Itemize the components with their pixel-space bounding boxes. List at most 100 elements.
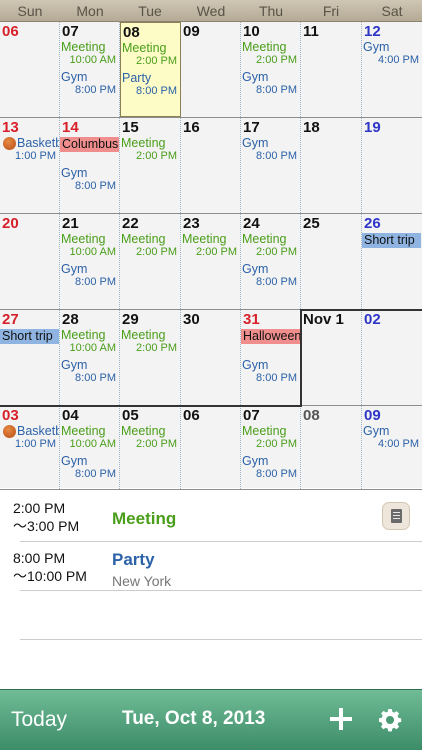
current-date-label: Tue, Oct 8, 2013	[122, 708, 266, 729]
event-row-party[interactable]: 8:00 PM 〜10:00 PM Party New York	[0, 542, 422, 592]
day-cell[interactable]: 27 Short trip	[0, 310, 60, 405]
event-title[interactable]: Meeting	[182, 232, 240, 246]
event-bar[interactable]: Short trip	[362, 233, 421, 248]
day-number: 19	[364, 119, 381, 136]
day-cell[interactable]: 24 Meeting 2:00 PM Gym 8:00 PM	[241, 214, 301, 309]
event-title[interactable]: Gym	[61, 454, 119, 468]
event-title[interactable]: Gym	[363, 424, 421, 438]
day-cell[interactable]: 10 Meeting 2:00 PM Gym 8:00 PM	[241, 22, 301, 117]
day-cell[interactable]: 09	[181, 22, 241, 117]
day-cell[interactable]: 06	[0, 22, 60, 117]
month-boundary	[300, 309, 302, 406]
event-title[interactable]: Meeting	[242, 232, 300, 246]
event-title[interactable]: Meeting	[242, 40, 300, 54]
weekday-fri: Fri	[322, 3, 340, 19]
plus-icon[interactable]	[330, 703, 352, 733]
event-title[interactable]: Basketball	[17, 136, 59, 150]
event-title[interactable]: Meeting	[121, 328, 180, 342]
day-cell[interactable]: 02	[362, 310, 422, 405]
day-cell[interactable]: 30	[181, 310, 241, 405]
day-cell[interactable]: 29 Meeting 2:00 PM	[120, 310, 181, 405]
day-cell[interactable]: 04 Meeting 10:00 AM Gym 8:00 PM	[60, 406, 120, 501]
event-title[interactable]: Gym	[363, 40, 421, 54]
event-time: 10:00 AM	[69, 54, 116, 66]
day-cell[interactable]: 31 Halloween Gym 8:00 PM	[241, 310, 301, 405]
event-title[interactable]: Meeting	[121, 232, 180, 246]
event-time: 2:00 PM	[256, 246, 297, 258]
event-title[interactable]: Meeting	[61, 328, 119, 342]
bottom-toolbar: Today Tue, Oct 8, 2013	[0, 689, 422, 750]
event-time: 8:00 PM	[256, 84, 297, 96]
day-cell[interactable]: 14 Columbus Gym 8:00 PM	[60, 118, 120, 213]
event-time: 2:00 PM	[136, 246, 177, 258]
event-title[interactable]: Gym	[61, 70, 119, 84]
event-title[interactable]: Meeting	[122, 41, 181, 55]
day-cell[interactable]: 18	[301, 118, 362, 213]
event-title[interactable]: Gym	[242, 454, 300, 468]
event-end-time: 〜10:00 PM	[13, 568, 87, 584]
day-cell[interactable]: 03Basketball1:00 PM	[0, 406, 60, 501]
gear-icon[interactable]	[378, 708, 402, 732]
event-title[interactable]: Gym	[61, 358, 119, 372]
day-number: 11	[303, 23, 319, 40]
day-number: 03	[2, 407, 19, 424]
event-time: 8:00 PM	[75, 372, 116, 384]
day-cell[interactable]: 08	[301, 406, 362, 501]
day-cell[interactable]: 07 Meeting 10:00 AM Gym 8:00 PM	[60, 22, 120, 117]
event-time: 2:00 PM	[256, 54, 297, 66]
event-title[interactable]: Meeting	[61, 232, 119, 246]
day-cell[interactable]: 06	[181, 406, 241, 501]
day-cell[interactable]: 25	[301, 214, 362, 309]
event-bar[interactable]: Short trip	[0, 329, 59, 344]
event-time: 2:00 PM	[136, 55, 177, 67]
day-cell[interactable]: 21 Meeting 10:00 AM Gym 8:00 PM	[60, 214, 120, 309]
event-title[interactable]: Gym	[242, 262, 300, 276]
day-cell[interactable]: 13Basketball1:00 PM	[0, 118, 60, 213]
day-cell[interactable]: Nov 1	[301, 310, 362, 405]
day-cell[interactable]: 07 Meeting 2:00 PM Gym 8:00 PM	[241, 406, 301, 501]
event-row-meeting[interactable]: 2:00 PM 〜3:00 PM Meeting	[0, 490, 422, 540]
event-title[interactable]: Meeting	[61, 424, 119, 438]
day-cell[interactable]: 17 Gym 8:00 PM	[241, 118, 301, 213]
event-title[interactable]: Gym	[242, 358, 300, 372]
day-number: 18	[303, 119, 320, 136]
day-cell[interactable]: 22 Meeting 2:00 PM	[120, 214, 181, 309]
day-cell[interactable]: 28 Meeting 10:00 AM Gym 8:00 PM	[60, 310, 120, 405]
today-button[interactable]: Today	[11, 708, 67, 732]
day-cell[interactable]: 11	[301, 22, 362, 117]
day-cell[interactable]: 20	[0, 214, 60, 309]
event-title[interactable]: Gym	[242, 70, 300, 84]
event-time: 8:00 PM	[75, 84, 116, 96]
day-cell[interactable]: 08 Meeting 2:00 PM Party 8:00 PM	[120, 22, 181, 117]
event-title[interactable]: Gym	[61, 166, 119, 180]
event-bar[interactable]: Columbus	[60, 137, 119, 152]
event-title[interactable]: Gym	[242, 136, 300, 150]
event-title[interactable]: Meeting	[121, 424, 180, 438]
day-cell[interactable]: 12 Gym 4:00 PM	[362, 22, 422, 117]
day-number: 25	[303, 215, 320, 232]
day-cell[interactable]: 16	[181, 118, 241, 213]
day-number: 04	[62, 407, 79, 424]
event-title[interactable]: Gym	[61, 262, 119, 276]
day-number: 27	[2, 311, 19, 328]
event-time: 4:00 PM	[378, 54, 419, 66]
event-bar[interactable]: Halloween	[241, 329, 300, 344]
day-cell[interactable]: 09 Gym 4:00 PM	[362, 406, 422, 501]
list-divider	[20, 639, 422, 640]
note-icon[interactable]	[382, 502, 410, 530]
event-title: Party	[112, 550, 155, 569]
event-title[interactable]: Meeting	[242, 424, 300, 438]
day-number: 28	[62, 311, 79, 328]
event-title[interactable]: Meeting	[61, 40, 119, 54]
day-number: 20	[2, 215, 19, 232]
day-cell[interactable]: 15 Meeting 2:00 PM	[120, 118, 181, 213]
day-cell[interactable]: 23 Meeting 2:00 PM	[181, 214, 241, 309]
day-cell[interactable]: 19	[362, 118, 422, 213]
event-title[interactable]: Basketball	[17, 424, 59, 438]
event-title[interactable]: Party	[122, 71, 181, 85]
day-cell[interactable]: 05 Meeting 2:00 PM	[120, 406, 181, 501]
event-time: 8:00 PM	[75, 468, 116, 480]
event-title[interactable]: Meeting	[121, 136, 180, 150]
day-number: 08	[123, 24, 140, 41]
day-cell[interactable]: 26 Short trip	[362, 214, 422, 309]
